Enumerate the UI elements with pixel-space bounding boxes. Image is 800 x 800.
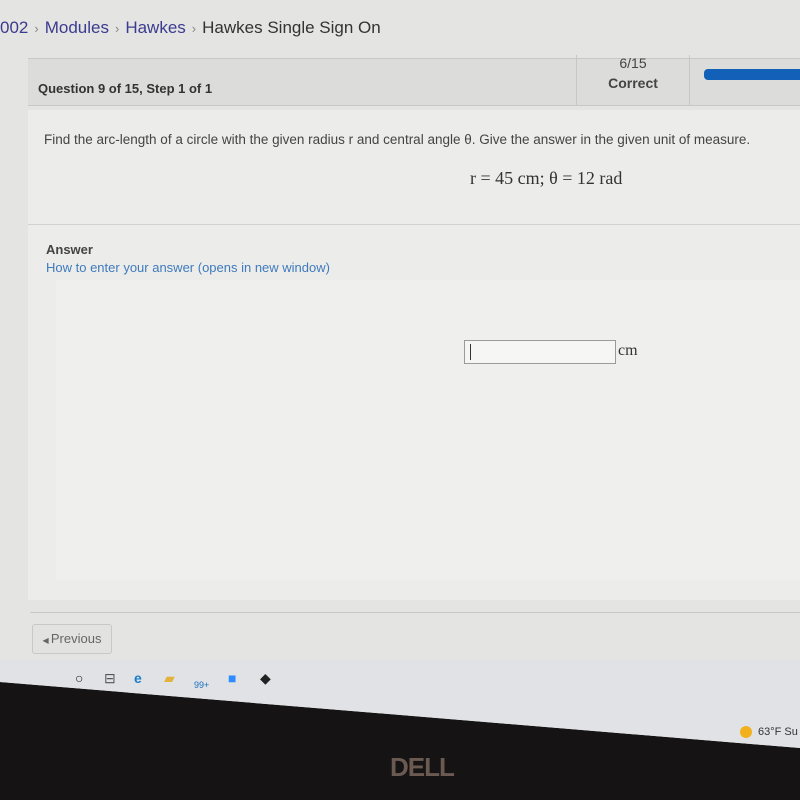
edge-icon[interactable]: e bbox=[134, 670, 142, 686]
sun-icon bbox=[740, 726, 752, 739]
mail-badge: 99+ bbox=[194, 680, 210, 690]
chevron-right-icon: › bbox=[34, 21, 39, 36]
weather-widget[interactable]: 63°F Su bbox=[740, 726, 798, 739]
previous-label: Previous bbox=[50, 631, 102, 646]
help-link[interactable]: How to enter your answer (opens in new w… bbox=[46, 260, 330, 275]
dell-logo: DELL bbox=[390, 752, 455, 782]
question-panel: Find the arc-length of a circle with the… bbox=[28, 110, 800, 600]
footer-divider bbox=[30, 612, 800, 613]
task-view-icon[interactable]: ⊟ bbox=[104, 670, 116, 687]
screen: 002 › Modules › Hawkes › Hawkes Single Sign On… bbox=[0, 0, 800, 748]
score-box: 6/15 Correct bbox=[576, 55, 690, 105]
answer-input[interactable] bbox=[464, 340, 616, 364]
divider bbox=[28, 224, 800, 225]
progress-bar bbox=[704, 69, 800, 80]
given-values: r = 45 cm; θ = 12 rad bbox=[470, 168, 623, 188]
breadcrumb: 002 › Modules › Hawkes › Hawkes Single Sign On bbox=[0, 18, 381, 38]
answer-area bbox=[56, 280, 800, 580]
question-number: Question 9 of 15, Step 1 of 1 bbox=[38, 81, 213, 96]
zoom-icon[interactable]: ■ bbox=[228, 670, 236, 686]
answer-unit: cm bbox=[618, 342, 638, 359]
mail-icon[interactable]: 99+ bbox=[194, 680, 209, 690]
breadcrumb-current: Hawkes Single Sign On bbox=[202, 18, 381, 37]
question-prompt: Find the arc-length of a circle with the… bbox=[44, 132, 751, 147]
answer-label: Answer bbox=[46, 242, 93, 257]
chevron-left-icon: ◀ bbox=[42, 636, 51, 645]
weather-text: 63°F Su bbox=[758, 726, 798, 738]
inkscape-icon[interactable]: ◆ bbox=[260, 670, 271, 687]
score-fraction: 6/15 bbox=[619, 55, 647, 71]
previous-button[interactable]: ◀ Previous bbox=[32, 624, 112, 654]
breadcrumb-course[interactable]: 002 bbox=[0, 18, 28, 37]
score-status: Correct bbox=[608, 75, 658, 91]
chevron-right-icon: › bbox=[114, 21, 120, 36]
text-caret bbox=[470, 344, 471, 360]
breadcrumb-modules[interactable]: Modules bbox=[45, 18, 109, 37]
chevron-right-icon: › bbox=[191, 21, 197, 36]
taskbar: ○ ⊟ e ▰ 99+ ■ ◆ bbox=[0, 660, 800, 748]
search-icon[interactable]: ○ bbox=[75, 670, 83, 686]
file-explorer-icon[interactable]: ▰ bbox=[164, 670, 175, 687]
question-header: Question 9 of 15, Step 1 of 1 6/15 Corre… bbox=[28, 55, 800, 106]
breadcrumb-hawkes[interactable]: Hawkes bbox=[125, 18, 185, 37]
